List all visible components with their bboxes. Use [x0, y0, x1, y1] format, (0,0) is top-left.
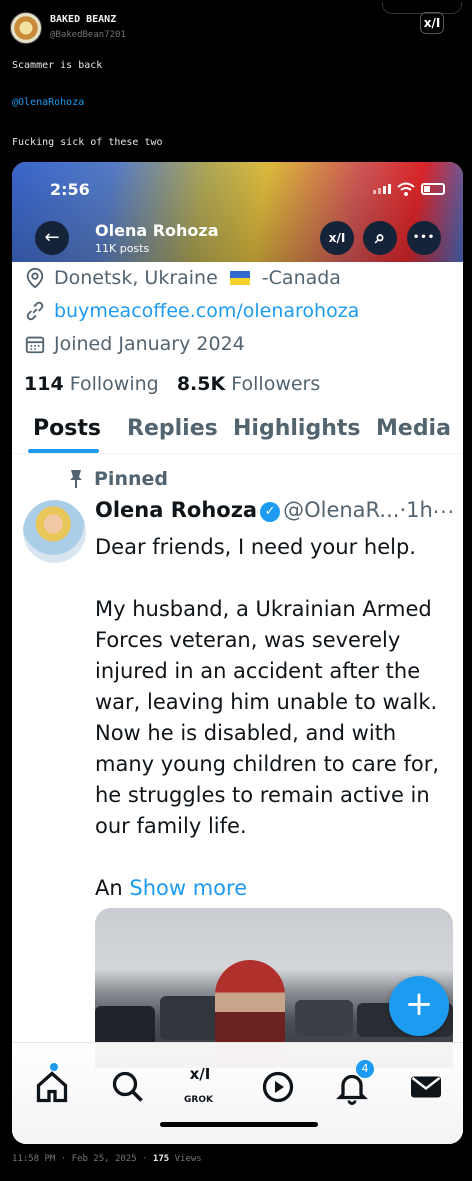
followers-label: Followers — [231, 373, 321, 395]
following-label: Following — [69, 373, 159, 395]
pinned-indicator: Pinned — [68, 468, 168, 490]
post-header: Olena Rohoza ✓ @OlenaR...·1h — [95, 498, 433, 522]
joined-text: Joined January 2024 — [54, 333, 245, 355]
compose-button[interactable]: + — [389, 976, 449, 1036]
outer-tweet-mention[interactable]: @OlenaRohoza — [12, 97, 84, 108]
search-icon[interactable] — [110, 1069, 146, 1105]
outer-tweet-date[interactable]: Feb 25, 2025 — [72, 1154, 137, 1164]
verified-badge-icon: ✓ — [260, 502, 281, 522]
meta-separator: · — [60, 1154, 67, 1164]
bottom-navigation: x/I GROK 4 — [12, 1042, 463, 1144]
post-paragraph-2: My husband, a Ukrainian Armed Forces vet… — [95, 597, 440, 838]
post-more-icon[interactable]: ··· — [433, 500, 455, 524]
notifications-badge: 4 — [356, 1060, 374, 1078]
outer-author-name[interactable]: BAKED BEANZ — [50, 14, 116, 25]
post-author-handle[interactable]: @OlenaR... — [283, 498, 399, 522]
profile-tabs: Posts Replies Highlights Media — [12, 412, 463, 454]
link-icon — [26, 301, 44, 321]
status-bar-time: 2:56 — [50, 180, 90, 199]
pinned-label: Pinned — [94, 468, 168, 490]
tab-replies[interactable]: Replies — [127, 416, 218, 441]
status-bar-icons — [373, 182, 445, 196]
profile-website[interactable]: buymeacoffee.com/olenarohoza — [24, 300, 359, 322]
home-unread-dot — [50, 1063, 58, 1071]
followers-count: 8.5K — [176, 373, 226, 395]
back-icon[interactable]: ← — [35, 221, 69, 255]
follow-stats: 114 Following 8.5K Followers — [24, 373, 320, 395]
search-icon[interactable]: ⌕ — [363, 221, 397, 255]
outer-tweet-header: BAKED BEANZ @BakedBean7201 x/I — [10, 2, 462, 48]
outer-tweet-line-3: Fucking sick of these two — [12, 137, 163, 148]
media-car — [295, 1000, 353, 1036]
outer-tweet-meta: 11:58 PM · Feb 25, 2025 · 175 Views — [12, 1154, 202, 1164]
home-icon[interactable] — [34, 1069, 70, 1105]
outer-tweet-time[interactable]: 11:58 PM — [12, 1154, 55, 1164]
grok-icon[interactable]: x/I — [320, 221, 354, 255]
calendar-icon — [25, 336, 45, 354]
home-indicator[interactable] — [160, 1122, 318, 1127]
post-paragraph-3-start: An — [95, 876, 123, 900]
header-posts-count: 11K posts — [95, 242, 150, 255]
battery-icon — [421, 183, 445, 195]
embedded-screenshot[interactable]: 2:56 ← Olena Rohoza 11K posts x/I ⌕ ••• … — [12, 162, 463, 1144]
wifi-icon — [397, 182, 415, 196]
location-text: Donetsk, Ukraine — [54, 267, 218, 289]
post-paragraph-1: Dear friends, I need your help. — [95, 535, 416, 559]
location-pin-icon — [26, 267, 44, 289]
website-link[interactable]: buymeacoffee.com/olenarohoza — [54, 300, 359, 322]
location-suffix: -Canada — [261, 267, 341, 289]
post-author-avatar[interactable] — [23, 500, 86, 563]
tab-media[interactable]: Media — [376, 416, 451, 441]
meta-separator: · — [142, 1154, 148, 1164]
active-tab-indicator — [28, 449, 99, 453]
video-icon[interactable] — [260, 1069, 296, 1105]
profile-joined: Joined January 2024 — [24, 333, 245, 355]
pin-icon — [70, 470, 82, 488]
grok-icon[interactable]: x/I — [420, 12, 444, 34]
more-options-icon[interactable]: ••• — [407, 221, 441, 255]
outer-author-handle[interactable]: @BakedBean7201 — [50, 30, 126, 40]
following-count: 114 — [24, 373, 64, 395]
profile-banner — [12, 162, 463, 262]
outer-tweet-line-1: Scammer is back — [12, 60, 103, 71]
profile-location: Donetsk, Ukraine -Canada — [24, 267, 341, 289]
views-count: 175 — [152, 1154, 170, 1164]
messages-icon[interactable] — [408, 1069, 444, 1105]
ukraine-flag-icon — [229, 271, 250, 285]
followers-link[interactable]: 8.5K Followers — [177, 373, 320, 395]
grok-label[interactable]: GROK — [184, 1095, 213, 1105]
post-body[interactable]: Dear friends, I need your help. My husba… — [95, 532, 455, 904]
following-link[interactable]: 114 Following — [24, 373, 159, 395]
post-author-name[interactable]: Olena Rohoza — [95, 498, 257, 522]
header-profile-name: Olena Rohoza — [95, 221, 219, 240]
signal-icon — [373, 184, 391, 194]
views-label: Views — [174, 1154, 202, 1164]
outer-author-avatar[interactable] — [10, 12, 42, 44]
media-car — [95, 1006, 155, 1046]
show-more-link[interactable]: Show more — [129, 876, 247, 900]
tab-highlights[interactable]: Highlights — [233, 416, 360, 441]
tab-posts[interactable]: Posts — [33, 416, 101, 441]
post-time[interactable]: 1h — [406, 498, 433, 522]
post-paragraph-3: An Show more — [95, 873, 455, 904]
